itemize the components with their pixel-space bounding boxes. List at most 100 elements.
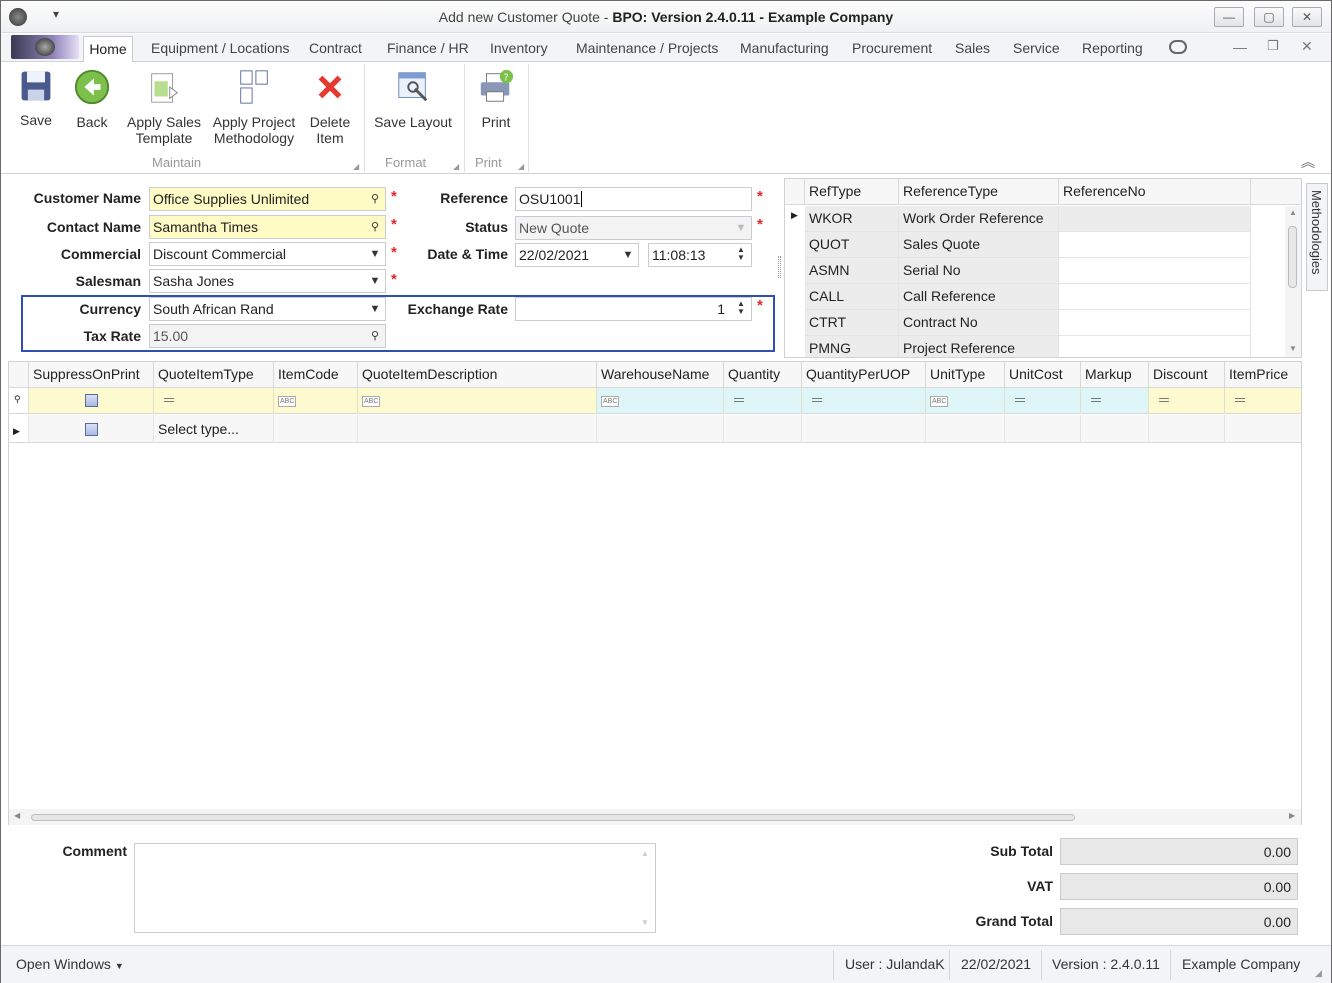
scroll-down-icon[interactable]: ▼: [1289, 344, 1297, 353]
ref-cell-referencetype[interactable]: Work Order Reference: [899, 206, 1059, 232]
tab-home[interactable]: Home: [83, 36, 133, 63]
filter-cell-itemprice[interactable]: [1225, 388, 1301, 414]
scroll-down-icon[interactable]: ▼: [641, 918, 649, 927]
tab-maintenance-projects[interactable]: Maintenance / Projects: [576, 40, 718, 56]
equals-operator-icon[interactable]: [734, 398, 744, 402]
ref-cell-referenceno[interactable]: [1059, 336, 1251, 357]
new-row-suppressonprint[interactable]: [29, 415, 154, 443]
delete-item-button[interactable]: Delete Item: [305, 64, 355, 146]
tax-rate-field[interactable]: 15.00 ⚲: [149, 324, 386, 348]
mdi-close-icon[interactable]: ✕: [1301, 38, 1313, 55]
date-picker[interactable]: 22/02/2021 ▼: [515, 243, 639, 267]
new-row-quoteitemtype[interactable]: Select type...: [154, 415, 274, 443]
equals-operator-icon[interactable]: [1091, 398, 1101, 402]
tab-inventory[interactable]: Inventory: [490, 40, 548, 56]
col-header-itemcode[interactable]: ItemCode: [274, 362, 358, 388]
grid-horizontal-scrollbar[interactable]: ◀ ▶: [9, 809, 1301, 825]
text-filter-icon[interactable]: ABC: [362, 396, 381, 407]
mdi-restore-icon[interactable]: ❐: [1267, 38, 1279, 54]
contact-name-field[interactable]: Samantha Times ⚲: [149, 215, 386, 239]
tab-sales[interactable]: Sales: [955, 40, 990, 56]
currency-dropdown[interactable]: South African Rand ▼: [149, 297, 386, 321]
text-filter-icon[interactable]: ABC: [930, 396, 949, 407]
new-row-quoteitemdescription[interactable]: [358, 415, 597, 443]
text-filter-icon[interactable]: ABC: [278, 396, 297, 407]
equals-operator-icon[interactable]: [1015, 398, 1025, 402]
col-header-itemprice[interactable]: ItemPrice: [1225, 362, 1301, 388]
application-menu-button[interactable]: [11, 35, 79, 59]
exchange-rate-field[interactable]: 1 ▲ ▼: [515, 297, 752, 321]
col-header-markup[interactable]: Markup: [1081, 362, 1149, 388]
maintain-group-launcher-icon[interactable]: ◢: [353, 162, 359, 171]
apply-sales-template-button[interactable]: Apply Sales Template: [125, 64, 203, 146]
salesman-dropdown[interactable]: Sasha Jones ▼: [149, 269, 386, 293]
ref-grid-vertical-scrollbar[interactable]: ▲ ▼: [1285, 206, 1301, 357]
text-filter-icon[interactable]: ABC: [601, 396, 620, 407]
filter-cell-quoteitemtype[interactable]: [154, 388, 274, 414]
spin-buttons-icon[interactable]: ▲ ▼: [733, 246, 749, 262]
checkbox-icon[interactable]: [84, 423, 98, 436]
new-row-itemcode[interactable]: [274, 415, 358, 443]
new-row-unittype[interactable]: [926, 415, 1005, 443]
ref-cell-referenceno[interactable]: [1059, 284, 1251, 310]
col-header-discount[interactable]: Discount: [1149, 362, 1225, 388]
tab-procurement[interactable]: Procurement: [852, 40, 932, 56]
comment-textarea[interactable]: ▲ ▼: [134, 843, 656, 933]
collapse-ribbon-icon[interactable]: ︽: [1301, 152, 1315, 172]
filter-cell-markup[interactable]: [1081, 388, 1149, 414]
checkbox-icon[interactable]: [84, 394, 98, 407]
methodologies-side-tab[interactable]: Methodologies: [1306, 183, 1328, 291]
filter-cell-unittype[interactable]: ABC: [926, 388, 1005, 414]
spin-buttons-icon[interactable]: ▲ ▼: [733, 300, 749, 316]
col-header-warehousename[interactable]: WarehouseName: [597, 362, 724, 388]
close-button[interactable]: ✕: [1292, 7, 1322, 27]
new-row-discount[interactable]: [1149, 415, 1225, 443]
ribbon-extra-icon[interactable]: [1169, 40, 1187, 54]
minimize-button[interactable]: —: [1214, 7, 1244, 27]
ref-cell-referencetype[interactable]: Contract No: [899, 310, 1059, 336]
ref-cell-referencetype[interactable]: Serial No: [899, 258, 1059, 284]
col-header-quantity[interactable]: Quantity: [724, 362, 802, 388]
ref-cell-reftype[interactable]: CALL: [805, 284, 899, 310]
ref-cell-reftype[interactable]: ASMN: [805, 258, 899, 284]
ref-grid-header-referencetype[interactable]: ReferenceType: [899, 179, 1059, 205]
ref-grid-header-reftype[interactable]: RefType: [805, 179, 899, 205]
equals-operator-icon[interactable]: [1235, 398, 1245, 402]
scrollbar-thumb[interactable]: [1288, 226, 1297, 288]
col-header-unitcost[interactable]: UnitCost: [1005, 362, 1081, 388]
col-header-unittype[interactable]: UnitType: [926, 362, 1005, 388]
new-row-itemprice[interactable]: [1225, 415, 1301, 443]
tab-manufacturing[interactable]: Manufacturing: [740, 40, 829, 56]
ref-cell-referencetype[interactable]: Project Reference: [899, 336, 1059, 357]
ref-cell-referencetype[interactable]: Call Reference: [899, 284, 1059, 310]
equals-operator-icon[interactable]: [164, 398, 174, 402]
new-row-quantityperuop[interactable]: [802, 415, 926, 443]
ref-cell-referenceno[interactable]: [1059, 206, 1251, 232]
filter-cell-discount[interactable]: [1149, 388, 1225, 414]
ref-cell-referenceno[interactable]: [1059, 258, 1251, 284]
scroll-right-icon[interactable]: ▶: [1289, 811, 1295, 820]
ref-cell-reftype[interactable]: QUOT: [805, 232, 899, 258]
tab-service[interactable]: Service: [1013, 40, 1060, 56]
filter-cell-suppressonprint[interactable]: [29, 388, 154, 414]
mdi-minimize-icon[interactable]: —: [1233, 39, 1247, 55]
new-row-warehousename[interactable]: [597, 415, 724, 443]
maximize-button[interactable]: ▢: [1254, 7, 1284, 27]
dropdown-arrow-icon[interactable]: ▼: [620, 247, 636, 263]
print-button[interactable]: ? Print: [473, 64, 519, 130]
reference-input[interactable]: OSU1001: [515, 187, 752, 211]
time-spinner[interactable]: 11:08:13 ▲ ▼: [648, 243, 752, 267]
splitter-grip[interactable]: [778, 256, 781, 278]
ref-cell-reftype[interactable]: PMNG: [805, 336, 899, 357]
status-dropdown[interactable]: New Quote ▼: [515, 216, 752, 240]
resize-grip-icon[interactable]: ◢: [1315, 968, 1322, 979]
ref-cell-reftype[interactable]: CTRT: [805, 310, 899, 336]
filter-cell-unitcost[interactable]: [1005, 388, 1081, 414]
ref-cell-referencetype[interactable]: Sales Quote: [899, 232, 1059, 258]
new-row-markup[interactable]: [1081, 415, 1149, 443]
save-layout-button[interactable]: Save Layout: [371, 64, 455, 130]
tab-equipment-locations[interactable]: Equipment / Locations: [151, 40, 290, 56]
filter-cell-quoteitemdescription[interactable]: ABC: [358, 388, 597, 414]
dropdown-arrow-icon[interactable]: ▼: [733, 220, 749, 236]
col-header-quantityperuop[interactable]: QuantityPerUOP: [802, 362, 926, 388]
